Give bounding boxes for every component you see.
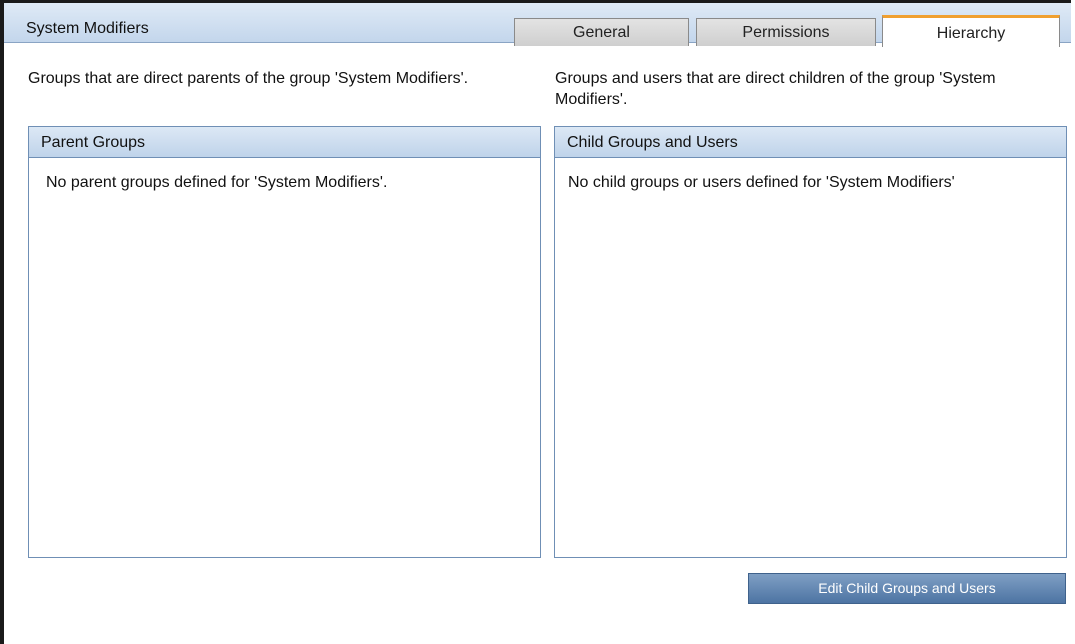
parents-description: Groups that are direct parents of the gr… [28,70,469,87]
group-title: System Modifiers [26,20,149,37]
child-groups-header: Child Groups and Users [555,127,1066,158]
edit-child-groups-button[interactable]: Edit Child Groups and Users [748,573,1066,604]
tab-permissions[interactable]: Permissions [696,18,876,46]
children-description: Groups and users that are direct childre… [555,70,996,108]
child-groups-empty-message: No child groups or users defined for 'Sy… [568,174,955,191]
tab-hierarchy[interactable]: Hierarchy [882,15,1060,47]
parent-groups-panel: Parent Groups No parent groups defined f… [28,126,541,558]
tab-general[interactable]: General [514,18,689,46]
parent-groups-header: Parent Groups [29,127,540,158]
child-groups-panel: Child Groups and Users No child groups o… [554,126,1067,558]
parent-groups-empty-message: No parent groups defined for 'System Mod… [46,174,388,191]
group-header-bar: System Modifiers General Permissions Hie… [4,3,1071,47]
